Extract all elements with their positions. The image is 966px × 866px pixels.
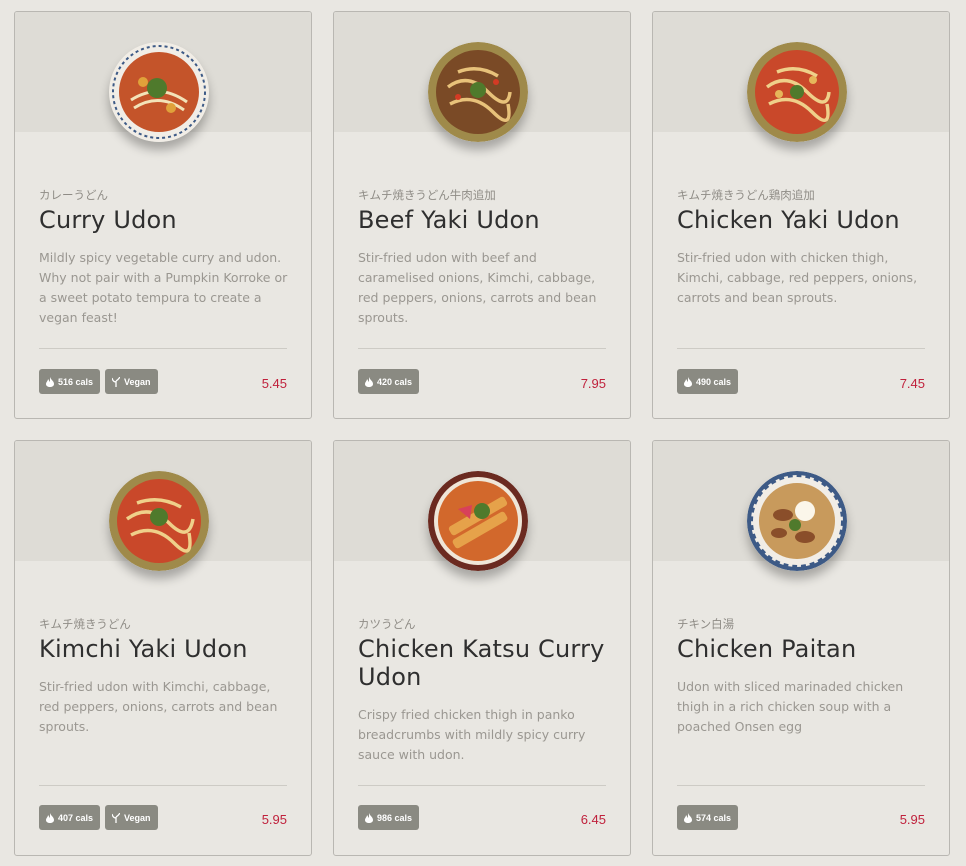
- dish-name: Beef Yaki Udon: [358, 206, 540, 234]
- menu-grid: カレーうどん Curry Udon Mildly spicy vegetable…: [0, 0, 966, 866]
- flame-icon: [46, 812, 54, 823]
- dish-price: 7.95: [580, 376, 606, 391]
- sprout-icon: [112, 376, 121, 387]
- flame-icon: [684, 376, 692, 387]
- menu-card-beef-yaki-udon[interactable]: キムチ焼きうどん牛肉追加 Beef Yaki Udon Stir-fried u…: [333, 11, 631, 419]
- dish-description: Stir-fried udon with chicken thigh, Kimc…: [677, 250, 918, 305]
- dish-description: Crispy fried chicken thigh in panko brea…: [358, 707, 586, 762]
- dish-image: [109, 471, 209, 571]
- dish-badges: 516 cals Vegan: [39, 369, 158, 394]
- dish-badges: 407 cals Vegan: [39, 805, 158, 830]
- dish-image: [428, 42, 528, 142]
- bowl-topping: [474, 503, 490, 519]
- dish-japanese-name: カレーうどん: [39, 188, 108, 202]
- flame-icon: [365, 812, 373, 823]
- calories-badge: 986 cals: [358, 805, 420, 830]
- dish-badges: 574 cals: [677, 805, 739, 830]
- menu-card-chicken-yaki-udon[interactable]: キムチ焼きうどん鶏肉追加 Chicken Yaki Udon Stir-frie…: [652, 11, 950, 419]
- menu-card-curry-udon[interactable]: カレーうどん Curry Udon Mildly spicy vegetable…: [14, 11, 312, 419]
- calories-badge: 516 cals: [39, 369, 101, 394]
- card-divider: [39, 785, 287, 786]
- dish-price: 6.45: [580, 812, 606, 827]
- card-divider: [39, 348, 287, 349]
- dish-price: 7.45: [899, 376, 925, 391]
- dish-japanese-name: キムチ焼きうどん: [39, 617, 131, 631]
- calories-text: 420 cals: [377, 376, 413, 387]
- dish-name: Chicken Paitan: [677, 635, 857, 663]
- sprout-icon: [112, 812, 121, 823]
- bowl-topping: [789, 519, 801, 531]
- menu-card-kimchi-yaki-udon[interactable]: キムチ焼きうどん Kimchi Yaki Udon Stir-fried udo…: [14, 440, 312, 856]
- dish-japanese-name: キムチ焼きうどん鶏肉追加: [677, 188, 815, 202]
- dish-badges: 986 cals: [358, 805, 420, 830]
- dish-image: [428, 471, 528, 571]
- bowl-topping: [470, 82, 486, 98]
- dish-japanese-name: チキン白湯: [677, 617, 735, 631]
- card-divider: [358, 785, 606, 786]
- dish-price: 5.95: [899, 812, 925, 827]
- dish-badges: 420 cals: [358, 369, 420, 394]
- dish-image: [109, 42, 209, 142]
- dish-description: Stir-fried udon with beef and caramelise…: [358, 250, 597, 325]
- vegan-badge: Vegan: [105, 369, 158, 394]
- bowl-topping: [790, 85, 804, 99]
- dish-price: 5.95: [261, 812, 287, 827]
- dish-description: Stir-fried udon with Kimchi, cabbage, re…: [39, 679, 278, 734]
- card-divider: [358, 348, 606, 349]
- calories-badge: 490 cals: [677, 369, 739, 394]
- bowl-topping: [150, 508, 168, 526]
- dish-description: Mildly spicy vegetable curry and udon. W…: [39, 250, 288, 325]
- calories-text: 574 cals: [696, 812, 732, 823]
- calories-badge: 420 cals: [358, 369, 420, 394]
- dish-image: [747, 471, 847, 571]
- dish-name: Curry Udon: [39, 206, 177, 234]
- vegan-text: Vegan: [124, 376, 151, 387]
- calories-badge: 574 cals: [677, 805, 739, 830]
- menu-card-chicken-paitan[interactable]: チキン白湯 Chicken Paitan Udon with sliced ma…: [652, 440, 950, 856]
- calories-text: 490 cals: [696, 376, 732, 387]
- calories-text: 516 cals: [58, 376, 94, 387]
- flame-icon: [46, 376, 54, 387]
- flame-icon: [365, 376, 373, 387]
- flame-icon: [684, 812, 692, 823]
- card-divider: [677, 785, 925, 786]
- bowl-topping: [147, 78, 167, 98]
- dish-japanese-name: カツうどん: [358, 617, 416, 631]
- calories-text: 407 cals: [58, 812, 94, 823]
- dish-badges: 490 cals: [677, 369, 739, 394]
- card-divider: [677, 348, 925, 349]
- dish-name: Chicken Yaki Udon: [677, 206, 900, 234]
- dish-japanese-name: キムチ焼きうどん牛肉追加: [358, 188, 496, 202]
- dish-description: Udon with sliced marinaded chicken thigh…: [677, 679, 904, 734]
- dish-price: 5.45: [261, 376, 287, 391]
- menu-card-chicken-katsu-curry-udon[interactable]: カツうどん Chicken Katsu Curry Udon Crispy fr…: [333, 440, 631, 856]
- dish-name: Kimchi Yaki Udon: [39, 635, 248, 663]
- vegan-badge: Vegan: [105, 805, 158, 830]
- vegan-text: Vegan: [124, 812, 151, 823]
- dish-name: Chicken Katsu Curry Udon: [358, 635, 605, 691]
- dish-image: [747, 42, 847, 142]
- calories-badge: 407 cals: [39, 805, 101, 830]
- calories-text: 986 cals: [377, 812, 413, 823]
